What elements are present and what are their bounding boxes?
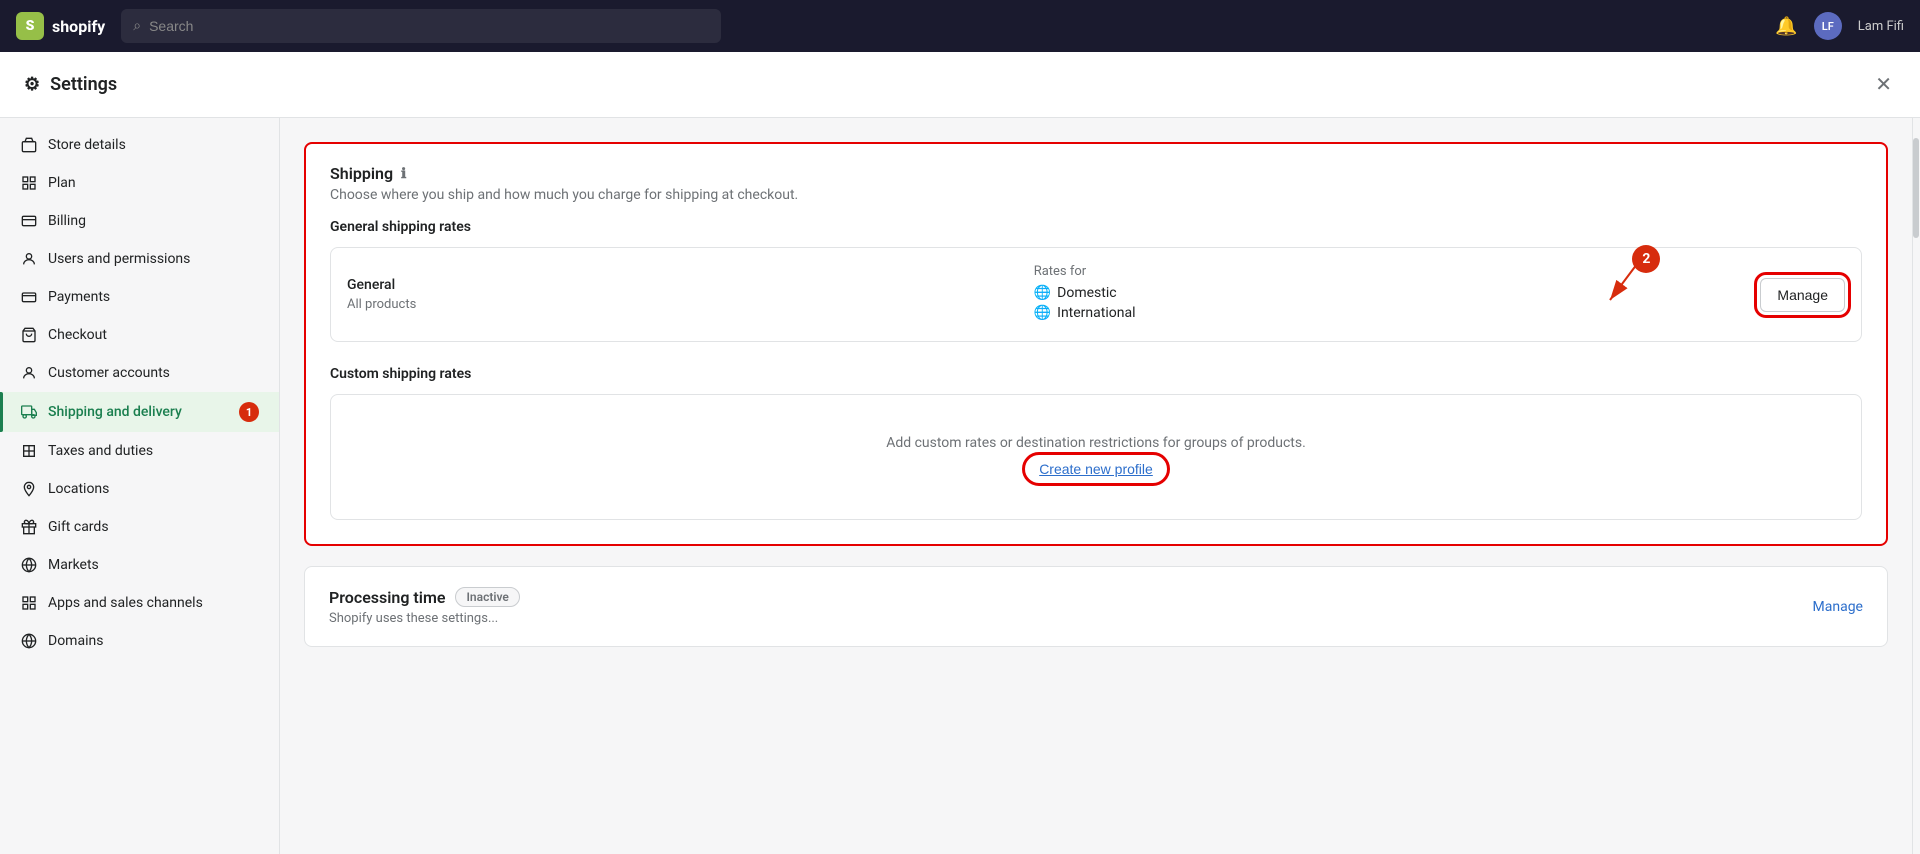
- bell-icon[interactable]: 🔔: [1775, 16, 1797, 37]
- sidebar-label-payments: Payments: [48, 289, 110, 305]
- markets-icon: [20, 556, 38, 574]
- globe-icon-international: 🌐: [1034, 305, 1051, 321]
- sidebar-item-taxes[interactable]: Taxes and duties: [0, 432, 279, 470]
- globe-icon-domestic: 🌐: [1034, 285, 1051, 301]
- processing-card: Processing time Inactive Shopify uses th…: [304, 566, 1888, 647]
- logo[interactable]: S shopify: [16, 12, 105, 40]
- custom-empty-box: Add custom rates or destination restrict…: [330, 394, 1862, 520]
- sidebar-item-shipping[interactable]: Shipping and delivery 1: [0, 392, 279, 432]
- sidebar-label-apps: Apps and sales channels: [48, 595, 203, 611]
- annotation-badge-2: 2: [1632, 245, 1660, 273]
- apps-icon: [20, 594, 38, 612]
- gift-icon: [20, 518, 38, 536]
- processing-subtitle: Shopify uses these settings...: [329, 611, 520, 626]
- sidebar-item-locations[interactable]: Locations: [0, 470, 279, 508]
- processing-manage-link[interactable]: Manage: [1813, 599, 1863, 615]
- shipping-card: Shipping ℹ Choose where you ship and how…: [304, 142, 1888, 546]
- sidebar-label-plan: Plan: [48, 175, 76, 191]
- settings-modal: ⚙ Settings ✕ Store details Plan: [0, 52, 1920, 854]
- payments-icon: [20, 288, 38, 306]
- manage-button[interactable]: Manage: [1760, 278, 1845, 312]
- sidebar-item-customer-accounts[interactable]: Customer accounts: [0, 354, 279, 392]
- search-bar[interactable]: ⌕: [121, 9, 721, 43]
- sidebar-label-billing: Billing: [48, 213, 86, 229]
- sidebar-item-billing[interactable]: Billing: [0, 202, 279, 240]
- top-navigation: S shopify ⌕ 🔔 LF Lam Fifi: [0, 0, 1920, 52]
- sidebar-label-domains: Domains: [48, 633, 103, 649]
- sidebar-item-gift-cards[interactable]: Gift cards: [0, 508, 279, 546]
- domestic-rate: 🌐 Domestic: [1034, 285, 1721, 301]
- close-button[interactable]: ✕: [1871, 68, 1896, 101]
- domestic-label: Domestic: [1057, 285, 1116, 301]
- general-shipping-row: General All products Rates for 🌐 Domesti…: [330, 247, 1862, 342]
- sidebar-item-plan[interactable]: Plan: [0, 164, 279, 202]
- scrollbar-track[interactable]: [1912, 118, 1920, 854]
- sidebar-item-domains[interactable]: Domains: [0, 622, 279, 660]
- sidebar: Store details Plan Billing Users and per…: [0, 118, 280, 854]
- sidebar-label-users: Users and permissions: [48, 251, 190, 267]
- settings-header: ⚙ Settings ✕: [0, 52, 1920, 118]
- international-rate: 🌐 International: [1034, 305, 1721, 321]
- shipping-card-title: Shipping ℹ: [330, 164, 1862, 183]
- taxes-icon: [20, 442, 38, 460]
- settings-title: ⚙ Settings: [24, 74, 117, 95]
- user-icon: [20, 250, 38, 268]
- manage-area: 2 Manage: [1720, 278, 1845, 312]
- shipping-card-subtitle: Choose where you ship and how much you c…: [330, 187, 1862, 203]
- store-icon: [20, 136, 38, 154]
- row-mid: Rates for 🌐 Domestic 🌐 International: [1034, 264, 1721, 325]
- sidebar-label-markets: Markets: [48, 557, 99, 573]
- nav-right: 🔔 LF Lam Fifi: [1775, 12, 1904, 40]
- profile-sub: All products: [347, 297, 1034, 312]
- custom-rates-title: Custom shipping rates: [330, 366, 1862, 394]
- info-icon: ℹ: [401, 166, 406, 182]
- shipping-badge: 1: [239, 402, 259, 422]
- processing-title: Processing time Inactive: [329, 587, 520, 607]
- sidebar-label-checkout: Checkout: [48, 327, 107, 343]
- search-icon: ⌕: [133, 18, 141, 34]
- domains-icon: [20, 632, 38, 650]
- custom-empty-text: Add custom rates or destination restrict…: [351, 435, 1841, 451]
- rates-for-label: Rates for: [1034, 264, 1721, 279]
- logo-text: shopify: [52, 17, 105, 36]
- settings-body: Store details Plan Billing Users and per…: [0, 118, 1920, 854]
- sidebar-item-users[interactable]: Users and permissions: [0, 240, 279, 278]
- customer-icon: [20, 364, 38, 382]
- sidebar-item-checkout[interactable]: Checkout: [0, 316, 279, 354]
- sidebar-label-taxes: Taxes and duties: [48, 443, 153, 459]
- general-rates-section: General shipping rates: [306, 219, 1886, 247]
- search-input[interactable]: [149, 18, 709, 34]
- sidebar-label-store-details: Store details: [48, 137, 126, 153]
- sidebar-item-payments[interactable]: Payments: [0, 278, 279, 316]
- sidebar-item-apps[interactable]: Apps and sales channels: [0, 584, 279, 622]
- international-label: International: [1057, 305, 1135, 321]
- custom-shipping-section: Custom shipping rates Add custom rates o…: [306, 366, 1886, 544]
- avatar: LF: [1814, 12, 1842, 40]
- location-icon: [20, 480, 38, 498]
- sidebar-label-locations: Locations: [48, 481, 109, 497]
- billing-icon: [20, 212, 38, 230]
- sidebar-item-markets[interactable]: Markets: [0, 546, 279, 584]
- processing-left: Processing time Inactive Shopify uses th…: [329, 587, 520, 626]
- scrollbar-thumb[interactable]: [1913, 138, 1919, 238]
- logo-icon: S: [16, 12, 44, 40]
- gear-icon: ⚙: [24, 74, 40, 95]
- plan-icon: [20, 174, 38, 192]
- row-left: General All products: [347, 277, 1034, 312]
- card-header: Shipping ℹ Choose where you ship and how…: [306, 144, 1886, 219]
- shipping-icon: [20, 403, 38, 421]
- sidebar-item-store-details[interactable]: Store details: [0, 126, 279, 164]
- user-name: Lam Fifi: [1858, 19, 1904, 34]
- create-profile-link[interactable]: Create new profile: [1029, 459, 1163, 479]
- sidebar-label-shipping: Shipping and delivery: [48, 404, 182, 420]
- profile-name: General: [347, 277, 1034, 293]
- sidebar-label-customer-accounts: Customer accounts: [48, 365, 170, 381]
- main-content: Shipping ℹ Choose where you ship and how…: [280, 118, 1912, 854]
- checkout-icon: [20, 326, 38, 344]
- sidebar-label-gift-cards: Gift cards: [48, 519, 109, 535]
- inactive-badge: Inactive: [455, 587, 519, 607]
